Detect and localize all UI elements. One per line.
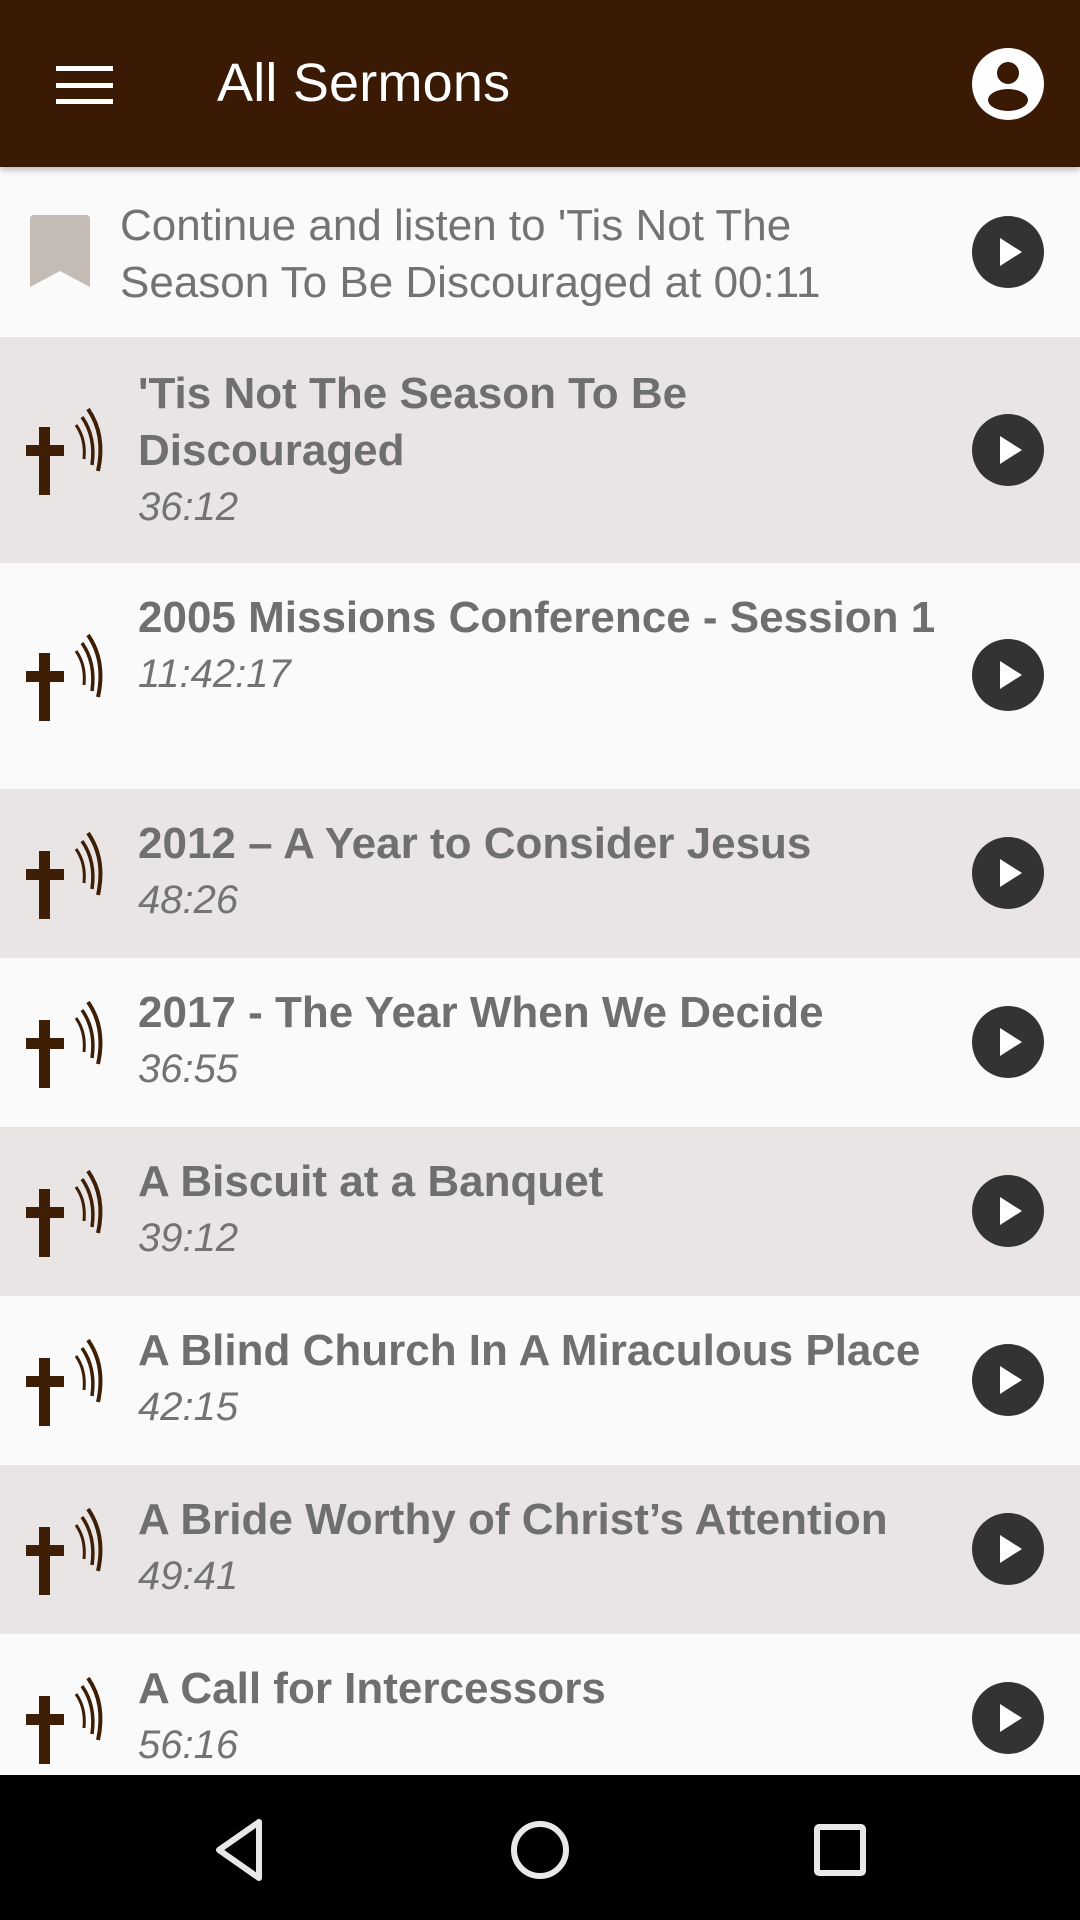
sermon-duration: 56:16 (138, 1723, 239, 1767)
cross-audio-icon (26, 1676, 103, 1764)
sermon-row[interactable]: 2017 - The Year When We Decide 36:55 (0, 958, 1080, 1127)
account-button[interactable] (970, 46, 1046, 122)
cross-audio-icon (26, 1169, 103, 1257)
sermon-title: A Biscuit at a Banquet (138, 1157, 604, 1206)
play-circle-icon[interactable] (972, 1344, 1044, 1416)
page-title: All Sermons (217, 53, 511, 113)
recents-button[interactable] (785, 1805, 895, 1895)
sermon-row[interactable]: A Biscuit at a Banquet 39:12 (0, 1127, 1080, 1296)
recents-square-icon (814, 1824, 866, 1876)
continue-listening-row[interactable]: Continue and listen to 'Tis Not The Seas… (0, 167, 1080, 337)
sermon-duration: 36:12 (138, 485, 239, 529)
sermon-title: 2012 – A Year to Consider Jesus (138, 819, 812, 868)
cross-audio-icon (26, 831, 103, 919)
sermon-row[interactable]: A Bride Worthy of Christ’s Attention 49:… (0, 1465, 1080, 1634)
sermon-duration: 39:12 (138, 1216, 239, 1260)
sermon-title: 'Tis Not The Season To Be Discouraged (138, 369, 688, 475)
sermon-title: A Blind Church In A Miraculous Place (138, 1326, 921, 1375)
sermon-duration: 42:15 (138, 1385, 239, 1429)
sermon-list[interactable]: Continue and listen to 'Tis Not The Seas… (0, 167, 1080, 1775)
play-circle-icon[interactable] (972, 216, 1044, 288)
sermon-row[interactable]: A Call for Intercessors 56:16 (0, 1634, 1080, 1775)
sermon-duration: 11:42:17 (138, 652, 291, 696)
sermon-duration: 48:26 (138, 878, 239, 922)
play-circle-icon[interactable] (972, 1006, 1044, 1078)
back-button[interactable] (186, 1805, 296, 1895)
sermon-title: A Call for Intercessors (138, 1664, 606, 1713)
sermon-duration: 49:41 (138, 1554, 239, 1598)
cross-audio-icon (26, 1338, 103, 1426)
bookmark-icon (30, 215, 90, 287)
sermon-duration: 36:55 (138, 1047, 239, 1091)
play-circle-icon[interactable] (972, 837, 1044, 909)
system-navigation-bar (0, 1775, 1080, 1920)
cross-audio-icon (26, 1507, 103, 1595)
sermon-title: 2017 - The Year When We Decide (138, 988, 824, 1037)
sermon-title: A Bride Worthy of Christ’s Attention (138, 1495, 888, 1544)
home-button[interactable] (485, 1805, 595, 1895)
account-circle-icon (972, 48, 1044, 120)
play-circle-icon[interactable] (972, 1175, 1044, 1247)
app-bar: All Sermons (0, 0, 1080, 167)
play-circle-icon[interactable] (972, 1513, 1044, 1585)
sermon-title: 2005 Missions Conference - Session 1 (138, 593, 936, 642)
sermon-row[interactable]: 2005 Missions Conference - Session 1 11:… (0, 563, 1080, 789)
continue-listening-text: Continue and listen to 'Tis Not The Seas… (120, 201, 821, 307)
cross-audio-icon (26, 1000, 103, 1088)
sermon-row[interactable]: 2012 – A Year to Consider Jesus 48:26 (0, 789, 1080, 958)
cross-audio-icon (26, 407, 103, 495)
menu-button[interactable] (40, 45, 128, 125)
play-circle-icon[interactable] (972, 414, 1044, 486)
play-circle-icon[interactable] (972, 1682, 1044, 1754)
play-circle-icon[interactable] (972, 639, 1044, 711)
home-circle-icon (511, 1821, 569, 1879)
sermon-row[interactable]: 'Tis Not The Season To Be Discouraged 36… (0, 337, 1080, 563)
back-triangle-icon (216, 1819, 262, 1881)
hamburger-menu-icon (55, 66, 113, 104)
cross-audio-icon (26, 633, 103, 721)
sermon-row[interactable]: A Blind Church In A Miraculous Place 42:… (0, 1296, 1080, 1465)
